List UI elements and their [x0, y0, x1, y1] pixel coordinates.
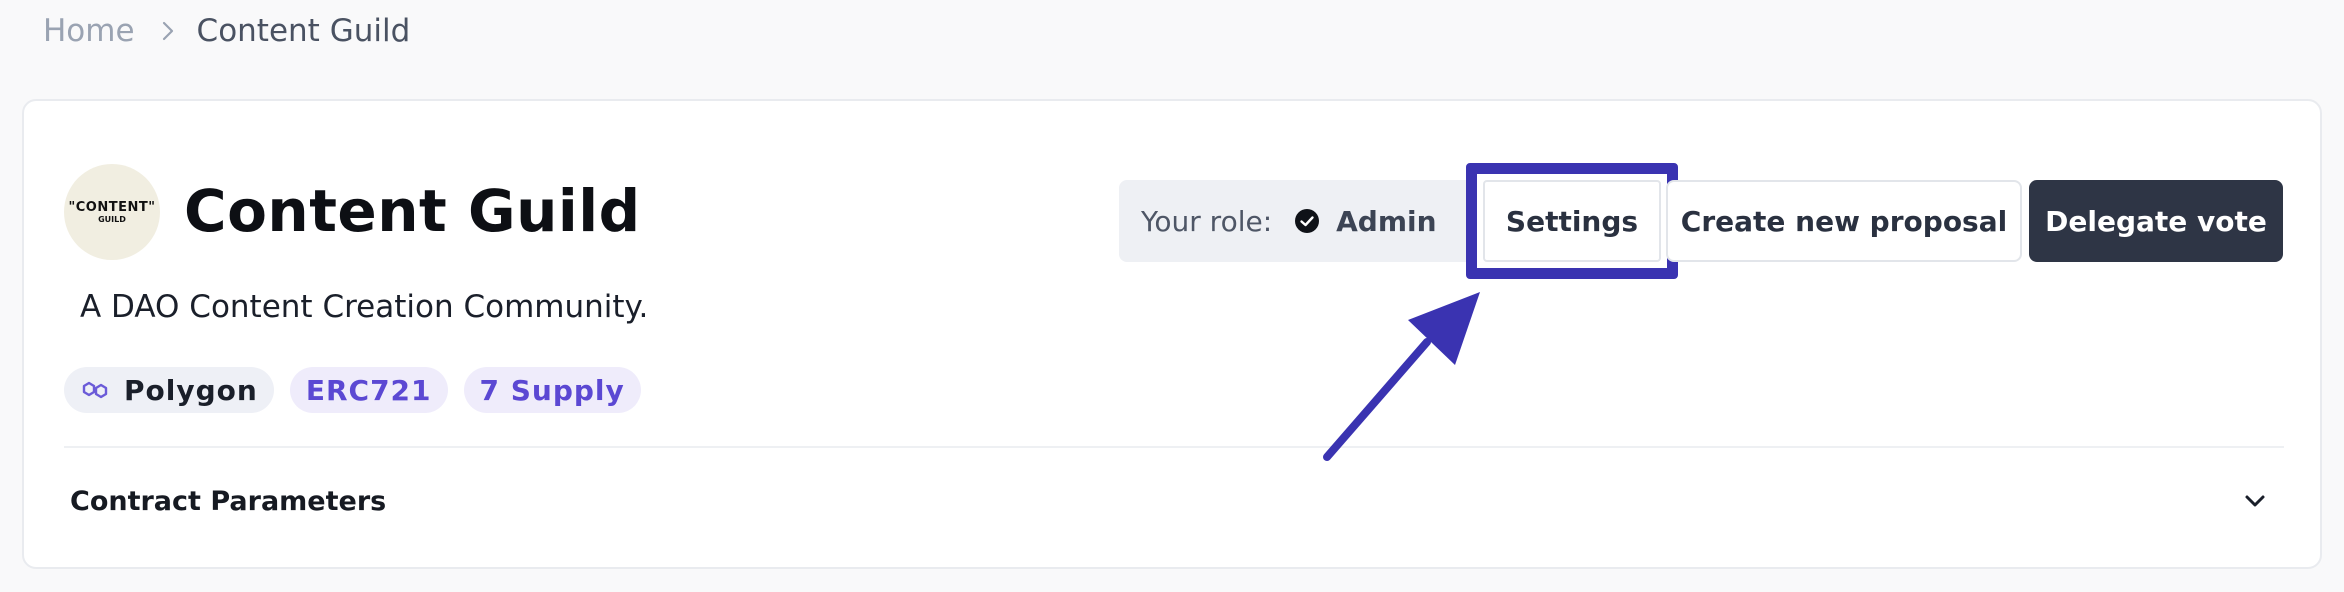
supply-tag: 7 Supply	[463, 367, 641, 413]
avatar-text-sub: GUILD	[98, 214, 126, 224]
delegate-vote-label: Delegate vote	[2045, 204, 2267, 238]
create-proposal-button[interactable]: Create new proposal	[1666, 180, 2022, 262]
page-title: Content Guild	[184, 177, 641, 245]
avatar: "CONTENT" GUILD	[64, 164, 160, 260]
settings-button-label: Settings	[1505, 204, 1639, 238]
check-circle-icon	[1294, 208, 1320, 234]
settings-button-inner[interactable]: Settings	[1483, 180, 1661, 262]
breadcrumb-home-link[interactable]: Home	[43, 13, 135, 49]
settings-button[interactable]: Settings	[1466, 163, 1678, 279]
delegate-vote-button[interactable]: Delegate vote	[2029, 180, 2283, 262]
accordion-label: Contract Parameters	[70, 485, 387, 517]
avatar-text-main: "CONTENT"	[68, 199, 156, 215]
breadcrumb: Home Content Guild	[43, 8, 410, 54]
network-tag: Polygon	[64, 367, 274, 413]
role-badge: Your role: Admin	[1119, 180, 1499, 262]
dao-description: A DAO Content Creation Community.	[80, 289, 649, 325]
chevron-right-icon	[153, 16, 183, 46]
breadcrumb-current: Content Guild	[196, 13, 411, 49]
dao-header-card: "CONTENT" GUILD Content Guild A DAO Cont…	[22, 99, 2322, 569]
standard-tag: ERC721	[289, 367, 448, 413]
tag-list: Polygon ERC721 7 Supply	[64, 367, 641, 413]
role-value: Admin	[1336, 204, 1437, 238]
arrow-icon	[1323, 292, 1480, 461]
divider	[64, 446, 2284, 448]
network-tag-label: Polygon	[124, 373, 258, 407]
create-proposal-label: Create new proposal	[1680, 204, 2008, 238]
polygon-icon	[80, 375, 110, 405]
chevron-down-icon[interactable]	[2240, 486, 2270, 516]
contract-parameters-accordion[interactable]: Contract Parameters	[64, 461, 2284, 541]
role-label: Your role:	[1141, 204, 1273, 238]
